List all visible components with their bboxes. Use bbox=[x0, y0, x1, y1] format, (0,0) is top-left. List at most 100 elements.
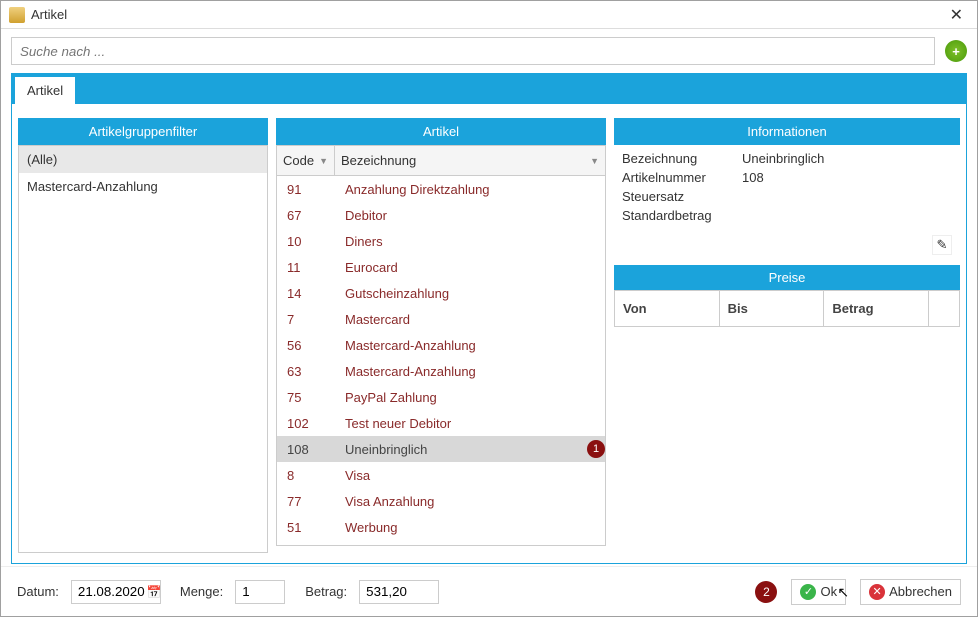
artikel-header: Artikel bbox=[276, 118, 606, 145]
ok-button[interactable]: ✓ Ok ↖ bbox=[791, 579, 846, 605]
tab-artikel[interactable]: Artikel bbox=[15, 77, 75, 104]
info-val-std bbox=[742, 208, 952, 223]
info-label-bez: Bezeichnung bbox=[622, 151, 742, 166]
cell-bez: Visa Anzahlung bbox=[335, 494, 605, 509]
cell-bez: Diners bbox=[335, 234, 605, 249]
table-row[interactable]: 10Diners bbox=[277, 228, 605, 254]
titlebar: Artikel ✕ bbox=[1, 1, 977, 29]
col-header-code-label: Code bbox=[283, 153, 314, 168]
label-betrag: Betrag: bbox=[305, 584, 347, 599]
cell-bez: Anzahlung Direktzahlung bbox=[335, 182, 605, 197]
cell-code: 8 bbox=[277, 468, 335, 483]
grid-header: Code ▼ Bezeichnung ▼ bbox=[276, 145, 606, 176]
info-val-steuer bbox=[742, 189, 952, 204]
table-row[interactable]: 11Eurocard bbox=[277, 254, 605, 280]
group-list: (Alle)Mastercard-Anzahlung bbox=[18, 145, 268, 553]
info-val-bez: Uneinbringlich bbox=[742, 151, 952, 166]
cell-bez: Mastercard-Anzahlung bbox=[335, 338, 605, 353]
price-col-extra bbox=[929, 291, 959, 326]
cell-code: 63 bbox=[277, 364, 335, 379]
step-badge-1: 1 bbox=[587, 440, 605, 458]
label-datum: Datum: bbox=[17, 584, 59, 599]
edit-button[interactable]: ✎ bbox=[932, 235, 952, 255]
table-row[interactable]: 63Mastercard-Anzahlung bbox=[277, 358, 605, 384]
table-row[interactable]: 102Test neuer Debitor bbox=[277, 410, 605, 436]
info-header: Informationen bbox=[614, 118, 960, 145]
info-label-nr: Artikelnummer bbox=[622, 170, 742, 185]
cell-code: 102 bbox=[277, 416, 335, 431]
pencil-icon: ✎ bbox=[937, 237, 948, 253]
add-button[interactable]: + bbox=[945, 40, 967, 62]
cell-bez: Mastercard bbox=[335, 312, 605, 327]
cell-code: 56 bbox=[277, 338, 335, 353]
step-badge-2: 2 bbox=[755, 581, 777, 603]
table-row[interactable]: 108Uneinbringlich 1 bbox=[277, 436, 605, 462]
label-menge: Menge: bbox=[180, 584, 223, 599]
col-header-bez[interactable]: Bezeichnung ▼ bbox=[335, 146, 605, 175]
main-panel: Artikelgruppenfilter (Alle)Mastercard-An… bbox=[11, 104, 967, 564]
search-row: + bbox=[1, 29, 977, 73]
table-row[interactable]: 7Mastercard bbox=[277, 306, 605, 332]
ok-label: Ok bbox=[820, 584, 837, 599]
info-val-nr: 108 bbox=[742, 170, 952, 185]
filter-icon[interactable]: ▼ bbox=[319, 156, 328, 166]
table-row[interactable]: 56Mastercard-Anzahlung bbox=[277, 332, 605, 358]
info-box: BezeichnungUneinbringlich Artikelnummer1… bbox=[614, 145, 960, 229]
tabstrip: Artikel bbox=[11, 73, 967, 104]
cell-bez: Werbung bbox=[335, 520, 605, 535]
cell-code: 14 bbox=[277, 286, 335, 301]
cell-code: 51 bbox=[277, 520, 335, 535]
check-icon: ✓ bbox=[800, 584, 816, 600]
cell-bez: Debitor bbox=[335, 208, 605, 223]
cell-bez: Eurocard bbox=[335, 260, 605, 275]
cell-bez: Visa bbox=[335, 468, 605, 483]
app-icon bbox=[9, 7, 25, 23]
info-label-std: Standardbetrag bbox=[622, 208, 742, 223]
cell-bez: Uneinbringlich bbox=[335, 442, 577, 457]
cell-bez: Gutscheinzahlung bbox=[335, 286, 605, 301]
window-title: Artikel bbox=[31, 7, 67, 22]
filter-header: Artikelgruppenfilter bbox=[18, 118, 268, 145]
input-datum[interactable] bbox=[71, 580, 161, 604]
cell-bez: Mastercard-Anzahlung bbox=[335, 364, 605, 379]
footer: Datum: 📅 Menge: Betrag: 2 ✓ Ok ↖ ✕ Abbre… bbox=[1, 566, 977, 616]
artikel-column: Artikel Code ▼ Bezeichnung ▼ 91Anzahlung… bbox=[276, 118, 606, 553]
price-col-bis[interactable]: Bis bbox=[720, 291, 825, 326]
group-item[interactable]: Mastercard-Anzahlung bbox=[19, 173, 267, 200]
cancel-button[interactable]: ✕ Abbrechen bbox=[860, 579, 961, 605]
cell-bez: Test neuer Debitor bbox=[335, 416, 605, 431]
group-item[interactable]: (Alle) bbox=[19, 146, 267, 173]
col-header-bez-label: Bezeichnung bbox=[341, 153, 416, 168]
search-input[interactable] bbox=[11, 37, 935, 65]
table-row[interactable]: 67Debitor bbox=[277, 202, 605, 228]
table-row[interactable]: 77Visa Anzahlung bbox=[277, 488, 605, 514]
price-col-betrag[interactable]: Betrag bbox=[824, 291, 929, 326]
input-betrag[interactable] bbox=[359, 580, 439, 604]
cell-code: 10 bbox=[277, 234, 335, 249]
col-header-code[interactable]: Code ▼ bbox=[277, 146, 335, 175]
table-row[interactable]: 51Werbung bbox=[277, 514, 605, 540]
cancel-icon: ✕ bbox=[869, 584, 885, 600]
filter-icon[interactable]: ▼ bbox=[590, 156, 599, 166]
cell-code: 91 bbox=[277, 182, 335, 197]
price-col-von[interactable]: Von bbox=[615, 291, 720, 326]
cell-code: 11 bbox=[277, 260, 335, 275]
filter-column: Artikelgruppenfilter (Alle)Mastercard-An… bbox=[18, 118, 268, 553]
cell-code: 77 bbox=[277, 494, 335, 509]
table-row[interactable]: 91Anzahlung Direktzahlung bbox=[277, 176, 605, 202]
table-row[interactable]: 8Visa bbox=[277, 462, 605, 488]
price-grid: Von Bis Betrag bbox=[614, 290, 960, 327]
cell-code: 108 bbox=[277, 442, 335, 457]
table-row[interactable]: 14Gutscheinzahlung bbox=[277, 280, 605, 306]
cell-code: 7 bbox=[277, 312, 335, 327]
grid-body[interactable]: 91Anzahlung Direktzahlung67Debitor10Dine… bbox=[276, 176, 606, 546]
info-column: Informationen BezeichnungUneinbringlich … bbox=[614, 118, 960, 553]
cell-code: 75 bbox=[277, 390, 335, 405]
close-icon[interactable]: ✕ bbox=[944, 3, 969, 27]
cell-bez: PayPal Zahlung bbox=[335, 390, 605, 405]
table-row[interactable]: 75PayPal Zahlung bbox=[277, 384, 605, 410]
cancel-label: Abbrechen bbox=[889, 584, 952, 599]
cell-code: 67 bbox=[277, 208, 335, 223]
input-menge[interactable] bbox=[235, 580, 285, 604]
info-label-steuer: Steuersatz bbox=[622, 189, 742, 204]
